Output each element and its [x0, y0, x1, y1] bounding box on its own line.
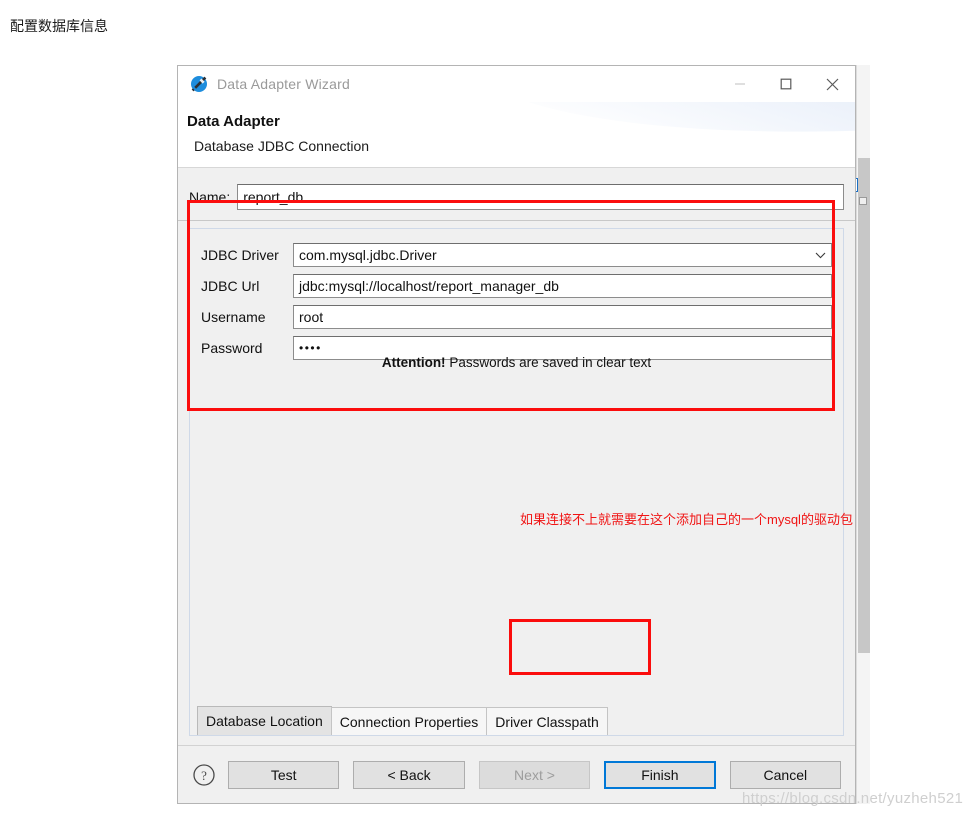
jdbc-driver-combo[interactable]: com.mysql.jdbc.Driver — [293, 243, 832, 267]
tab-strip: Database Location Connection Properties … — [190, 704, 843, 735]
password-label: Password — [201, 340, 263, 356]
header-title: Data Adapter — [187, 113, 280, 130]
window-controls — [717, 66, 855, 102]
dialog-body: Name: report_db JDBC Driver com.mysql.jd… — [178, 168, 855, 745]
cancel-button[interactable]: Cancel — [729, 760, 842, 789]
chevron-down-icon[interactable] — [809, 244, 831, 266]
username-label: Username — [201, 309, 266, 325]
watermark: https://blog.csdn.net/yuzheh521 — [742, 790, 964, 807]
dialog-header-banner: Data Adapter Database JDBC Connection — [178, 102, 855, 168]
dialog-titlebar[interactable]: Data Adapter Wizard — [178, 66, 855, 102]
jdbc-url-input[interactable]: jdbc:mysql://localhost/report_manager_db — [293, 274, 832, 298]
password-warning-bold: Attention! — [381, 355, 446, 370]
back-button[interactable]: < Back — [353, 760, 465, 789]
tab-driver-classpath[interactable]: Driver Classpath — [486, 707, 608, 735]
database-location-tab-content: JDBC Driver com.mysql.jdbc.Driver JDBC U… — [190, 229, 853, 706]
banner-decoration — [472, 102, 855, 151]
username-row: Username root — [201, 305, 832, 329]
next-button: Next > — [478, 760, 591, 789]
name-label: Name: — [189, 189, 231, 205]
password-warning: Attention! Passwords are saved in clear … — [190, 355, 843, 370]
jdbc-driver-row: JDBC Driver com.mysql.jdbc.Driver — [201, 243, 832, 267]
data-adapter-wizard-dialog: Data Adapter Wizard Data Adapter Databas… — [177, 65, 856, 804]
red-annotation-note: 如果连接不上就需要在这个添加自己的一个mysql的驱动包 — [520, 512, 853, 527]
password-warning-text: Passwords are saved in clear text — [445, 355, 652, 370]
jasper-wizard-icon — [190, 75, 208, 93]
header-subtitle: Database JDBC Connection — [194, 138, 370, 154]
username-input[interactable]: root — [293, 305, 832, 329]
name-field-row: Name: report_db — [189, 182, 844, 212]
password-value: •••• — [299, 341, 322, 355]
jdbc-driver-label: JDBC Driver — [201, 247, 279, 263]
finish-button[interactable]: Finish — [604, 760, 716, 789]
svg-text:?: ? — [201, 768, 207, 783]
jdbc-url-label: JDBC Url — [201, 278, 260, 294]
tab-connection-properties[interactable]: Connection Properties — [330, 707, 488, 735]
test-button[interactable]: Test — [228, 760, 340, 789]
dialog-title: Data Adapter Wizard — [217, 76, 350, 92]
page-caption: 配置数据库信息 — [10, 18, 108, 34]
jdbc-driver-value: com.mysql.jdbc.Driver — [299, 247, 437, 263]
question-mark-icon[interactable]: ? — [192, 763, 216, 787]
close-icon[interactable] — [809, 66, 855, 102]
maximize-icon[interactable] — [763, 66, 809, 102]
name-separator — [178, 220, 855, 221]
minimize-icon[interactable] — [717, 66, 763, 102]
tab-database-location[interactable]: Database Location — [197, 706, 332, 735]
connection-fields: JDBC Driver com.mysql.jdbc.Driver JDBC U… — [201, 243, 832, 367]
username-value: root — [299, 309, 324, 325]
screenshot-root: 配置数据库信息 Data Adapter Wizard Data Adapter… — [0, 0, 971, 818]
jdbc-url-row: JDBC Url jdbc:mysql://localhost/report_m… — [201, 274, 832, 298]
jdbc-url-value: jdbc:mysql://localhost/report_manager_db — [299, 278, 559, 294]
scrollbar-thumb[interactable] — [858, 158, 870, 653]
scrollbar-nub-icon — [859, 197, 867, 205]
name-input[interactable]: report_db — [237, 184, 844, 210]
background-scrollbar[interactable] — [856, 65, 870, 804]
tab-panel: JDBC Driver com.mysql.jdbc.Driver JDBC U… — [189, 228, 853, 736]
